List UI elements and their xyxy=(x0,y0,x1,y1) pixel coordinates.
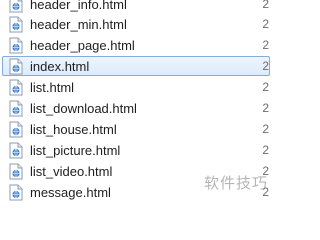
file-name: list.html xyxy=(30,80,75,95)
file-list: header_info.html 2 header_min.html 2 hea… xyxy=(0,0,271,201)
html-file-icon xyxy=(9,163,23,180)
html-file-icon xyxy=(9,121,23,138)
file-date: 2 xyxy=(262,0,269,11)
file-row-header-page[interactable]: header_page.html 2 xyxy=(2,35,270,55)
file-date: 2 xyxy=(262,122,269,136)
file-date: 2 xyxy=(262,17,269,31)
file-name: header_info.html xyxy=(30,0,127,12)
file-row-index[interactable]: index.html 2 xyxy=(2,56,270,76)
html-file-icon xyxy=(9,58,23,75)
file-row-header-min[interactable]: header_min.html 2 xyxy=(2,14,270,34)
html-file-icon xyxy=(9,37,23,54)
file-row-list[interactable]: list.html 2 xyxy=(2,77,270,97)
html-file-icon xyxy=(9,0,23,13)
file-name: list_video.html xyxy=(30,164,113,179)
file-date: 2 xyxy=(262,59,269,73)
file-name: index.html xyxy=(30,59,90,74)
file-date: 2 xyxy=(262,80,269,94)
file-name: header_min.html xyxy=(30,17,127,32)
html-file-icon xyxy=(9,16,23,33)
html-file-icon xyxy=(9,142,23,159)
file-name: header_page.html xyxy=(30,38,135,53)
file-date: 2 xyxy=(262,38,269,52)
file-name: list_picture.html xyxy=(30,143,121,158)
html-file-icon xyxy=(9,79,23,96)
html-file-icon xyxy=(9,184,23,201)
file-row-header-info[interactable]: header_info.html 2 xyxy=(2,0,270,14)
file-date: 2 xyxy=(262,101,269,115)
file-name: list_download.html xyxy=(30,101,137,116)
file-name: message.html xyxy=(30,185,111,200)
watermark: 软件技巧 xyxy=(203,174,268,192)
file-date: 2 xyxy=(262,143,269,157)
file-row-list-picture[interactable]: list_picture.html 2 xyxy=(2,140,270,160)
html-file-icon xyxy=(9,100,23,117)
file-row-list-download[interactable]: list_download.html 2 xyxy=(2,98,270,118)
file-row-list-house[interactable]: list_house.html 2 xyxy=(2,119,270,139)
file-name: list_house.html xyxy=(30,122,117,137)
